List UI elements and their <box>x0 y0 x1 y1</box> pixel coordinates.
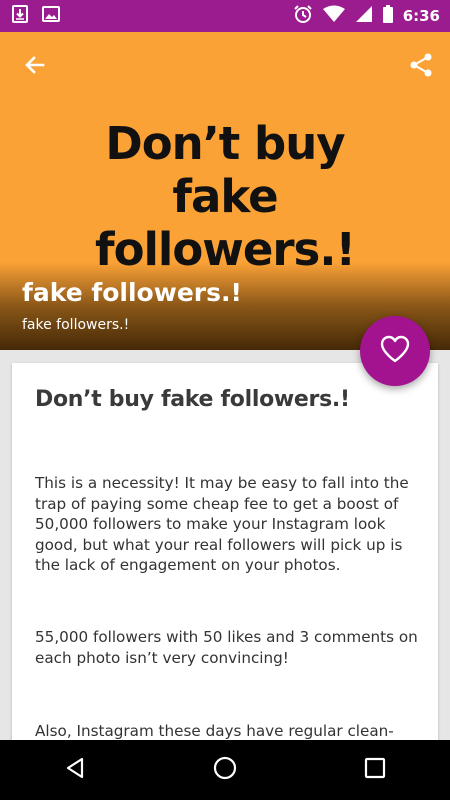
wifi-icon <box>322 5 345 28</box>
nav-home-button[interactable] <box>195 740 255 800</box>
signal-icon <box>355 5 373 28</box>
square-recents-icon <box>364 757 386 784</box>
circle-home-icon <box>212 755 238 786</box>
status-bar: 6:36 <box>0 0 450 32</box>
article-paragraph: 55,000 followers with 50 likes and 3 com… <box>35 628 418 667</box>
hero-image-text: Don’t buy fake followers.! <box>0 117 450 276</box>
battery-icon <box>382 4 393 28</box>
status-time: 6:36 <box>402 7 440 25</box>
share-icon <box>408 52 434 83</box>
hero-image-text-line: Don’t buy <box>105 117 345 170</box>
alarm-icon <box>293 4 313 29</box>
nav-recents-button[interactable] <box>345 740 405 800</box>
hero-header: Don’t buy fake followers.! fake follower… <box>0 32 450 350</box>
article-paragraph: This is a necessity! It may be easy to f… <box>35 474 409 574</box>
arrow-left-icon <box>23 53 47 82</box>
hero-image-text-line: fake <box>172 170 278 223</box>
navigation-bar <box>0 740 450 800</box>
triangle-back-icon <box>63 756 87 785</box>
back-button[interactable] <box>18 50 52 84</box>
image-icon <box>42 5 60 27</box>
hero-subtitle: fake followers.! <box>22 317 130 333</box>
share-button[interactable] <box>404 50 438 84</box>
favorite-button[interactable] <box>360 316 430 386</box>
download-icon <box>12 4 28 28</box>
heart-outline-icon <box>380 335 410 368</box>
hero-title: fake followers.! <box>22 278 242 307</box>
nav-back-button[interactable] <box>45 740 105 800</box>
article-title: Don’t buy fake followers.! <box>35 387 350 412</box>
article-card: Don’t buy fake followers.! This is a nec… <box>12 363 438 763</box>
article-paragraph: Also, Instagram these days have regular … <box>35 722 394 740</box>
